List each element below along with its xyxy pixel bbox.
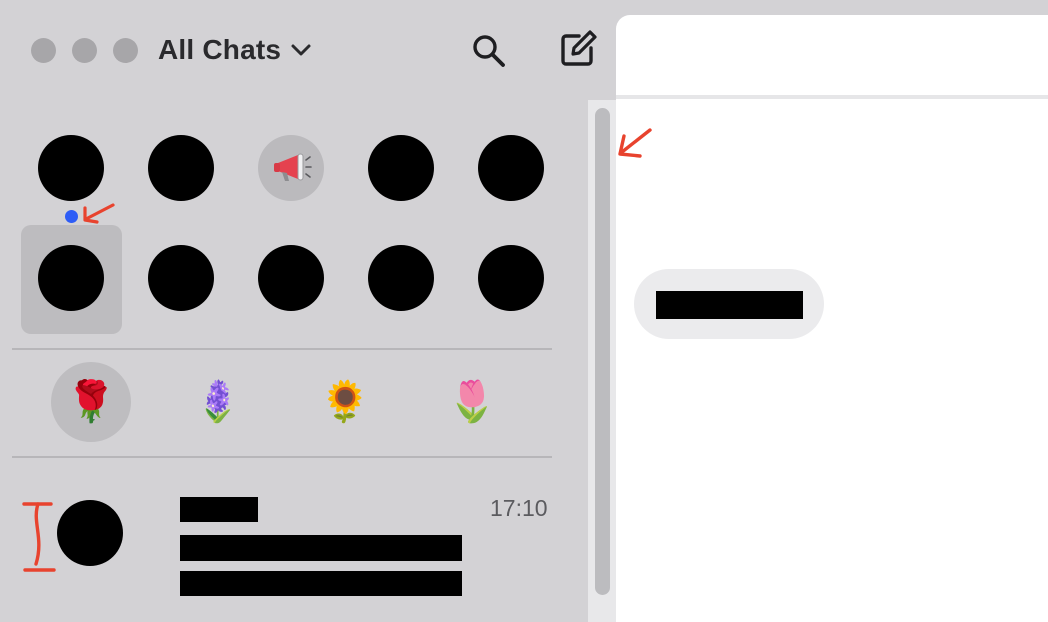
filters-divider [12,456,552,458]
avatar [57,500,123,566]
megaphone-icon [274,153,312,181]
filter-rose[interactable]: 🌹 [51,362,131,442]
pinned-chat-2[interactable] [148,135,214,201]
hyacinth-icon: 🪻 [193,379,243,425]
chat-list-item[interactable]: 17:10 [0,480,588,622]
redacted-message-text [656,291,803,319]
scrollbar-thumb[interactable] [595,108,610,595]
redacted-preview-line-1 [180,535,462,561]
chevron-down-icon [291,44,311,56]
pinned-chat-10[interactable] [478,245,544,311]
chat-filter-dropdown[interactable]: All Chats [158,33,313,67]
message-timestamp: 17:10 [490,495,548,521]
pinned-chat-7[interactable] [148,245,214,311]
rose-icon: 🌹 [66,379,116,425]
conversation-pane [616,15,1048,622]
message-bubble[interactable] [634,269,824,339]
minimize-window-button[interactable] [72,38,97,63]
window-controls [31,38,138,63]
filter-sunflower[interactable]: 🌻 [305,362,385,442]
chat-sidebar: All Chats 🌹 🪻 🌻 🌷 17:10 [0,0,597,622]
pins-divider [12,348,552,350]
compose-button[interactable] [557,28,599,70]
pinned-chat-1[interactable] [38,135,104,201]
filter-row: 🌹 🪻 🌻 🌷 [0,362,588,442]
conversation-header-divider [616,95,1048,99]
redacted-contact-name [180,497,258,522]
pinned-chat-9[interactable] [368,245,434,311]
filter-tulip[interactable]: 🌷 [432,362,512,442]
search-icon [473,35,505,67]
pinned-chat-3[interactable] [258,135,324,201]
filter-hyacinth[interactable]: 🪻 [178,362,258,442]
page-title: All Chats [158,34,282,65]
pinned-chat-5[interactable] [478,135,544,201]
pinned-chat-6[interactable] [38,245,104,311]
unread-indicator [65,210,78,223]
pinned-chat-4[interactable] [368,135,434,201]
pinned-chat-8[interactable] [258,245,324,311]
zoom-window-button[interactable] [113,38,138,63]
compose-icon [561,30,597,66]
sunflower-icon: 🌻 [320,379,370,425]
search-button[interactable] [470,32,508,70]
tulip-icon: 🌷 [447,379,497,425]
close-window-button[interactable] [31,38,56,63]
redacted-preview-line-2 [180,571,462,596]
